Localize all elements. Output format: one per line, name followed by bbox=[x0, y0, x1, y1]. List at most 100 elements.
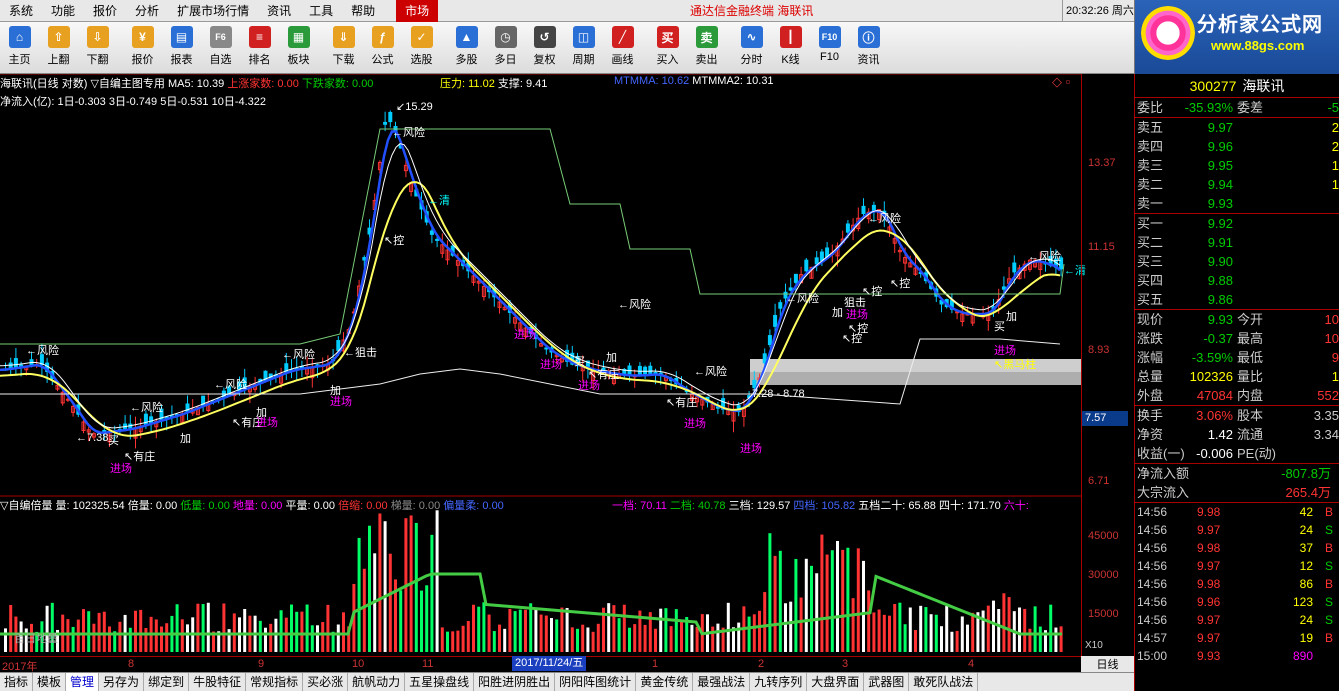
quote-body: 委比 -35.93% 委差 -5 卖五 9.97 2 卖四 9.96 2 卖三 9.95 1 卖二 9.94… bbox=[1135, 98, 1339, 665]
volume-bar bbox=[1038, 626, 1042, 652]
volume-bar bbox=[472, 604, 475, 652]
stock-pick-icon: ✓ bbox=[410, 26, 433, 48]
range-label: 7.28 - 8.78 bbox=[752, 388, 805, 400]
bottom-tab[interactable]: 模板 bbox=[33, 673, 67, 691]
bottom-tab[interactable]: 九转序列 bbox=[750, 673, 808, 691]
bottom-tab[interactable]: 买必涨 bbox=[303, 673, 349, 691]
add-label: 加 bbox=[256, 407, 267, 419]
bottom-tab[interactable]: 管理 bbox=[66, 673, 100, 691]
diamond-icon[interactable]: ◇ ▫ bbox=[1052, 74, 1070, 90]
volume-bar bbox=[108, 626, 111, 652]
toolbar-button-buy[interactable]: 买买入 bbox=[648, 22, 687, 74]
bottom-tab[interactable]: 武器图 bbox=[864, 673, 910, 691]
volume-bar bbox=[799, 597, 803, 652]
risk-label: ←风险 bbox=[694, 366, 727, 378]
toolbar-button-yuan[interactable]: ¥ 报价 bbox=[123, 22, 162, 74]
download-icon: ⇓ bbox=[332, 26, 355, 48]
bottom-tab[interactable]: 五星操盘线 bbox=[405, 673, 475, 691]
menu-quote[interactable]: 报价 bbox=[84, 0, 126, 22]
toolbar-button-restore[interactable]: ↺ 复权 bbox=[525, 22, 564, 74]
volume-bar bbox=[180, 619, 184, 652]
tick-volume: 123 bbox=[1292, 595, 1313, 609]
toolbar-button-intraday[interactable]: ∿ 分时 bbox=[732, 22, 771, 74]
toolbar-button-kline[interactable]: ┃ K线 bbox=[771, 22, 810, 74]
tick-row: 14:56 9.98 42 B bbox=[1135, 503, 1339, 521]
tick-price: 9.98 bbox=[1197, 577, 1221, 591]
bottom-tab[interactable]: 敢死队战法 bbox=[909, 673, 979, 691]
row-key: 买二 bbox=[1137, 235, 1164, 250]
tick-price: 9.97 bbox=[1197, 631, 1221, 645]
current-price-tag: 7.57 bbox=[1082, 411, 1128, 426]
tick-price: 9.96 bbox=[1197, 595, 1221, 609]
volume-bar bbox=[1059, 626, 1063, 652]
tick-row: 14:57 9.97 19 B bbox=[1135, 629, 1339, 647]
volume-bar bbox=[950, 631, 954, 652]
toolbar-label: 下载 bbox=[332, 54, 355, 66]
toolbar-button-blocks[interactable]: ▦ 板块 bbox=[279, 22, 318, 74]
volume-bar bbox=[9, 604, 13, 652]
date-tick: 9 bbox=[258, 658, 265, 670]
toolbar-button-f6[interactable]: F6 自选 bbox=[201, 22, 240, 74]
control-label: ↖控 bbox=[890, 278, 911, 290]
toolbar-button-report[interactable]: ▤ 报表 bbox=[162, 22, 201, 74]
row-value: -35.93% bbox=[1184, 100, 1233, 115]
toolbar-button-ranking[interactable]: ≡ 排名 bbox=[240, 22, 279, 74]
menu-market-tab[interactable]: 市场 bbox=[396, 0, 439, 22]
volume-bar bbox=[446, 631, 449, 652]
bottom-tab[interactable]: 另存为 bbox=[99, 673, 145, 691]
shrink-value: 倍缩: 0.00 bbox=[338, 500, 388, 512]
toolbar-button-news[interactable]: ⓘ 资讯 bbox=[849, 22, 888, 74]
volume-bar bbox=[966, 624, 969, 652]
bottom-tab[interactable]: 阳胜进阴胜出 bbox=[474, 673, 556, 691]
chart-area[interactable] bbox=[0, 74, 1134, 674]
quote-panel: 300277 海联讯 委比 -35.93% 委差 -5 卖五 9.97 2 卖四 9.96 2 卖三 9… bbox=[1134, 74, 1339, 691]
bottom-tab[interactable]: 大盘界面 bbox=[807, 673, 865, 691]
resistance-line bbox=[0, 128, 1065, 345]
zoom-label[interactable]: X10 bbox=[1085, 640, 1103, 651]
menu-function[interactable]: 功能 bbox=[42, 0, 84, 22]
toolbar-button-arrow-up[interactable]: ⇧ 上翻 bbox=[39, 22, 78, 74]
volume-bar bbox=[1028, 628, 1032, 652]
toolbar-button-download[interactable]: ⇓ 下载 bbox=[324, 22, 363, 74]
toolbar-button-period[interactable]: ◫ 周期 bbox=[564, 22, 603, 74]
toolbar-button-draw-line[interactable]: ╱ 画线 bbox=[603, 22, 642, 74]
indicator-name[interactable]: ▽自编主图专用 bbox=[90, 78, 164, 90]
menu-extended-market[interactable]: 扩展市场行情 bbox=[168, 0, 258, 22]
toolbar-button-arrow-down[interactable]: ⇩ 下翻 bbox=[78, 22, 117, 74]
menu-help[interactable]: 帮助 bbox=[342, 0, 384, 22]
tick-row: 14:56 9.97 24 S bbox=[1135, 521, 1339, 539]
bottom-tab[interactable]: 阴阳阵图统计 bbox=[555, 673, 637, 691]
toolbar-button-multi-stock[interactable]: ▲ 多股 bbox=[447, 22, 486, 74]
menu-system[interactable]: 系统 bbox=[0, 0, 42, 22]
toolbar-button-multi-day[interactable]: ◷ 多日 bbox=[486, 22, 525, 74]
menu-analysis[interactable]: 分析 bbox=[126, 0, 168, 22]
risk-label: ←风险 bbox=[282, 349, 315, 361]
f6-icon: F6 bbox=[209, 26, 232, 48]
risk-label: ←风险 bbox=[786, 293, 819, 305]
toolbar-button-stock-pick[interactable]: ✓ 选股 bbox=[402, 22, 441, 74]
bottom-tab[interactable]: 牛股特征 bbox=[189, 673, 247, 691]
toolbar-button-f10[interactable]: F10 F10 bbox=[810, 22, 849, 74]
volume-bar bbox=[305, 604, 309, 652]
bottom-tab[interactable]: 常规指标 bbox=[246, 673, 304, 691]
bottom-tab[interactable]: 黄金传统 bbox=[636, 673, 694, 691]
dealer-label: ↖有庄 bbox=[666, 397, 698, 409]
mtmma2-value: MTMMA2: 10.31 bbox=[692, 75, 774, 87]
bottom-tab[interactable]: 航帆动力 bbox=[348, 673, 406, 691]
toolbar-button-formula[interactable]: ƒ 公式 bbox=[363, 22, 402, 74]
bottom-tab[interactable]: 最强战法 bbox=[693, 673, 751, 691]
toolbar-label: 主页 bbox=[8, 54, 31, 66]
volume-bar bbox=[789, 601, 793, 652]
menu-news[interactable]: 资讯 bbox=[258, 0, 300, 22]
menu-tools[interactable]: 工具 bbox=[300, 0, 342, 22]
volume-bar bbox=[154, 619, 158, 652]
flow-row: 净流入额 -807.8万 bbox=[1135, 464, 1339, 483]
volume-bar bbox=[778, 550, 782, 652]
bottom-tab[interactable]: 指标 bbox=[0, 673, 34, 691]
volume-indicator-name[interactable]: ▽自编倍量 bbox=[0, 500, 52, 512]
bottom-tab[interactable]: 绑定到 bbox=[144, 673, 190, 691]
volume-bar bbox=[758, 610, 761, 652]
toolbar-button-home[interactable]: ⌂ 主页 bbox=[0, 22, 39, 74]
vol-tick: 45000 bbox=[1088, 530, 1119, 542]
toolbar-button-sell[interactable]: 卖卖出 bbox=[687, 22, 726, 74]
